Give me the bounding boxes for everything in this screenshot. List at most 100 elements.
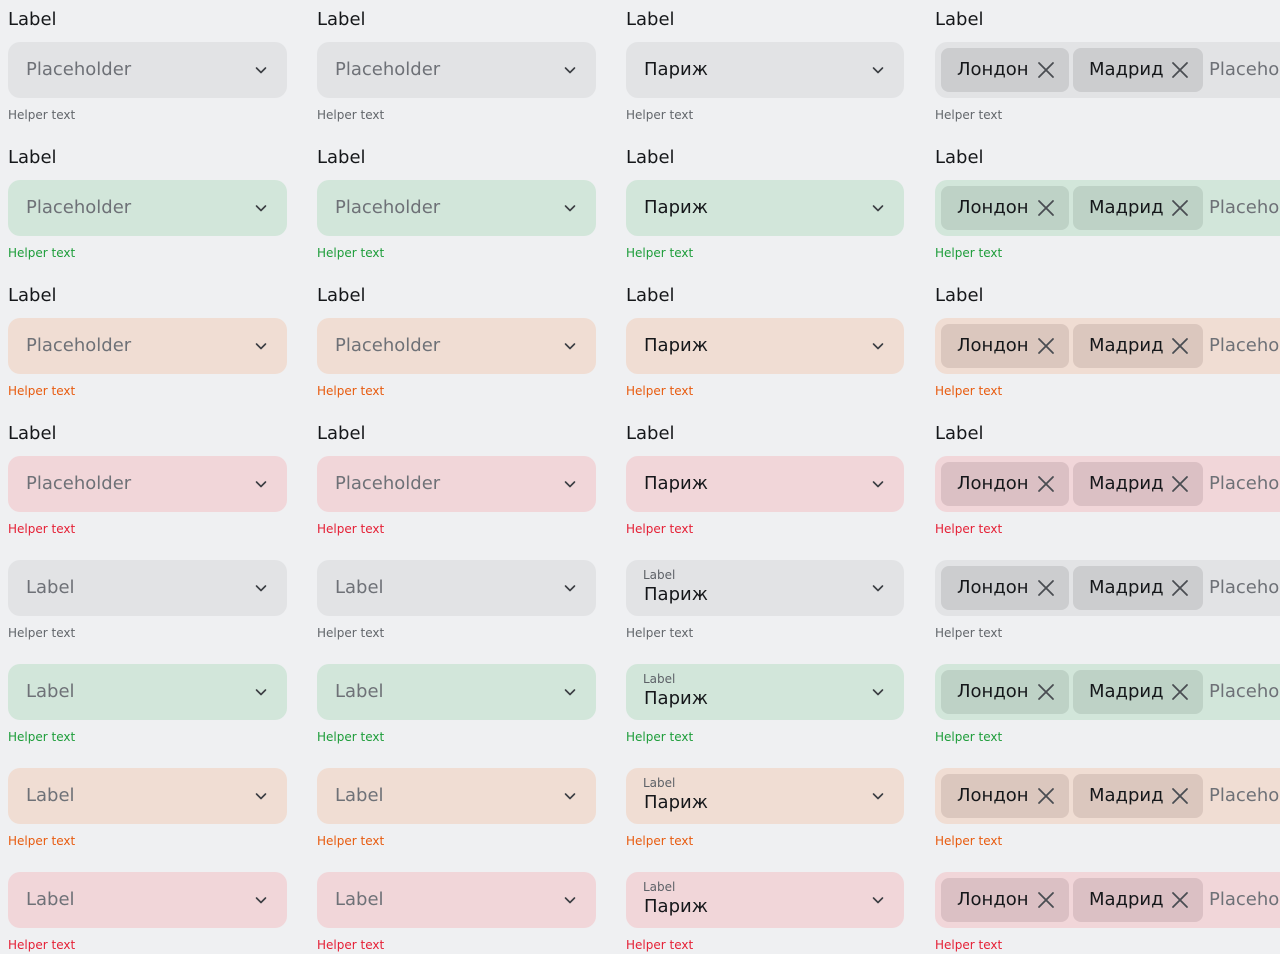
- select-value: Париж: [644, 197, 708, 218]
- select-value: Париж: [644, 473, 708, 494]
- selected-chip[interactable]: Лондон: [941, 774, 1069, 818]
- select-field[interactable]: Label: [317, 664, 596, 720]
- selected-chip[interactable]: Лондон: [941, 670, 1069, 714]
- selected-chip[interactable]: Лондон: [941, 462, 1069, 506]
- select-placeholder: Placeholder: [26, 473, 132, 494]
- select-placeholder: Placeholder: [335, 197, 441, 218]
- close-icon[interactable]: [1037, 891, 1055, 909]
- chevron-down-icon[interactable]: [564, 340, 576, 352]
- multi-select-field[interactable]: Лондон Мадрид Placeholder: [935, 872, 1280, 928]
- chevron-down-icon[interactable]: [872, 340, 884, 352]
- select-field[interactable]: Placeholder: [8, 456, 287, 512]
- close-icon[interactable]: [1171, 199, 1189, 217]
- select-field[interactable]: Placeholder: [317, 456, 596, 512]
- close-icon[interactable]: [1171, 579, 1189, 597]
- select-placeholder: Placeholder: [335, 335, 441, 356]
- select-field[interactable]: Label Париж: [626, 872, 904, 928]
- chevron-down-icon[interactable]: [255, 340, 267, 352]
- close-icon[interactable]: [1171, 787, 1189, 805]
- select-placeholder: Placeholder: [26, 59, 132, 80]
- selected-chip[interactable]: Лондон: [941, 878, 1069, 922]
- selected-chip[interactable]: Лондон: [941, 566, 1069, 610]
- chevron-down-icon[interactable]: [255, 64, 267, 76]
- select-field[interactable]: Label: [8, 872, 287, 928]
- select-field[interactable]: Label: [8, 560, 287, 616]
- selected-chip[interactable]: Лондон: [941, 48, 1069, 92]
- close-icon[interactable]: [1037, 475, 1055, 493]
- close-icon[interactable]: [1171, 337, 1189, 355]
- selected-chip[interactable]: Мадрид: [1073, 878, 1203, 922]
- selected-chip[interactable]: Мадрид: [1073, 774, 1203, 818]
- select-field[interactable]: Label: [317, 872, 596, 928]
- chevron-down-icon[interactable]: [872, 202, 884, 214]
- field-label: Label: [935, 423, 984, 444]
- selected-chip[interactable]: Лондон: [941, 186, 1069, 230]
- close-icon[interactable]: [1037, 683, 1055, 701]
- chevron-down-icon[interactable]: [255, 478, 267, 490]
- select-field[interactable]: Placeholder: [317, 180, 596, 236]
- chevron-down-icon[interactable]: [564, 64, 576, 76]
- chevron-down-icon[interactable]: [255, 894, 267, 906]
- close-icon[interactable]: [1037, 61, 1055, 79]
- chevron-down-icon[interactable]: [872, 686, 884, 698]
- chevron-down-icon[interactable]: [255, 582, 267, 594]
- select-field[interactable]: Label: [8, 664, 287, 720]
- chevron-down-icon[interactable]: [872, 582, 884, 594]
- select-field[interactable]: Placeholder: [8, 318, 287, 374]
- close-icon[interactable]: [1037, 787, 1055, 805]
- close-icon[interactable]: [1171, 475, 1189, 493]
- multi-select-field[interactable]: Лондон Мадрид Placeholder: [935, 456, 1280, 512]
- close-icon[interactable]: [1171, 891, 1189, 909]
- multi-select-field[interactable]: Лондон Мадрид Placeholder: [935, 318, 1280, 374]
- chevron-down-icon[interactable]: [564, 686, 576, 698]
- field-label: Label: [626, 285, 675, 306]
- close-icon[interactable]: [1037, 199, 1055, 217]
- select-field[interactable]: Placeholder: [8, 42, 287, 98]
- select-field[interactable]: Париж: [626, 42, 904, 98]
- selected-chip[interactable]: Мадрид: [1073, 462, 1203, 506]
- close-icon[interactable]: [1171, 61, 1189, 79]
- chevron-down-icon[interactable]: [872, 894, 884, 906]
- select-field[interactable]: Париж: [626, 180, 904, 236]
- chevron-down-icon[interactable]: [872, 64, 884, 76]
- select-field[interactable]: Label Париж: [626, 560, 904, 616]
- multi-select-field[interactable]: Лондон Мадрид Placeholder: [935, 768, 1280, 824]
- multi-select-field[interactable]: Лондон Мадрид Placeholder: [935, 664, 1280, 720]
- multi-select-field[interactable]: Лондон Мадрид Placeholder: [935, 180, 1280, 236]
- selected-chip[interactable]: Мадрид: [1073, 48, 1203, 92]
- chevron-down-icon[interactable]: [872, 790, 884, 802]
- chevron-down-icon[interactable]: [564, 202, 576, 214]
- chevron-down-icon[interactable]: [872, 478, 884, 490]
- chevron-down-icon[interactable]: [255, 686, 267, 698]
- select-field[interactable]: Placeholder: [8, 180, 287, 236]
- close-icon[interactable]: [1037, 579, 1055, 597]
- select-field[interactable]: Label Париж: [626, 768, 904, 824]
- close-icon[interactable]: [1037, 337, 1055, 355]
- select-field[interactable]: Label: [8, 768, 287, 824]
- multi-select-field[interactable]: Лондон Мадрид Placeholder: [935, 42, 1280, 98]
- select-field[interactable]: Placeholder: [317, 318, 596, 374]
- select-field[interactable]: Label Париж: [626, 664, 904, 720]
- chevron-down-icon[interactable]: [255, 790, 267, 802]
- selected-chip[interactable]: Мадрид: [1073, 566, 1203, 610]
- chevron-down-icon[interactable]: [564, 582, 576, 594]
- select-value: Париж: [644, 896, 708, 917]
- selected-chip[interactable]: Мадрид: [1073, 670, 1203, 714]
- selected-chip[interactable]: Лондон: [941, 324, 1069, 368]
- chevron-down-icon[interactable]: [564, 894, 576, 906]
- field-label: Label: [317, 285, 366, 306]
- select-field[interactable]: Париж: [626, 456, 904, 512]
- chip-label: Мадрид: [1089, 473, 1164, 494]
- chevron-down-icon[interactable]: [564, 478, 576, 490]
- chevron-down-icon[interactable]: [255, 202, 267, 214]
- select-field[interactable]: Париж: [626, 318, 904, 374]
- select-placeholder: Placeholder: [26, 335, 132, 356]
- selected-chip[interactable]: Мадрид: [1073, 324, 1203, 368]
- select-field[interactable]: Placeholder: [317, 42, 596, 98]
- close-icon[interactable]: [1171, 683, 1189, 701]
- chevron-down-icon[interactable]: [564, 790, 576, 802]
- select-field[interactable]: Label: [317, 768, 596, 824]
- multi-select-field[interactable]: Лондон Мадрид Placeholder: [935, 560, 1280, 616]
- selected-chip[interactable]: Мадрид: [1073, 186, 1203, 230]
- select-field[interactable]: Label: [317, 560, 596, 616]
